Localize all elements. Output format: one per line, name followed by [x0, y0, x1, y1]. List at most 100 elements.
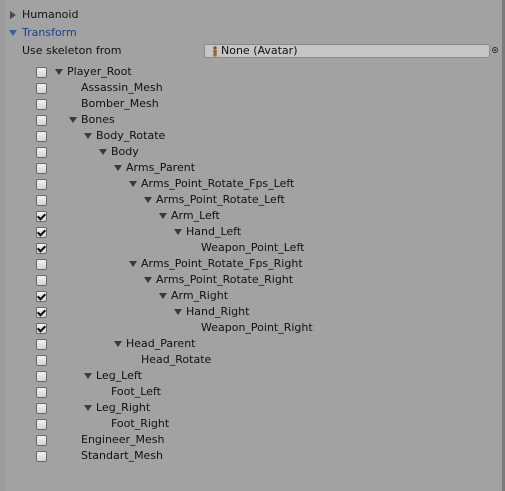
- foldout-arrow-icon[interactable]: [99, 149, 107, 155]
- foldout-arrow-icon[interactable]: [114, 165, 122, 171]
- include-checkbox[interactable]: [36, 227, 47, 238]
- foldout-arrow-icon[interactable]: [84, 373, 92, 379]
- include-checkbox[interactable]: [36, 435, 47, 446]
- foldout-arrow-icon[interactable]: [174, 229, 182, 235]
- tree-row-engineer-mesh: Engineer_Mesh: [0, 432, 505, 448]
- tree-row-arms-point-rotate-right: Arms_Point_Rotate_Right: [0, 272, 505, 288]
- foldout-arrow-icon[interactable]: [69, 117, 77, 123]
- tree-row-foot-right: Foot_Right: [0, 416, 505, 432]
- include-checkbox[interactable]: [36, 99, 47, 110]
- tree-node-label: Foot_Right: [111, 417, 170, 430]
- object-picker-icon[interactable]: [492, 47, 498, 53]
- tree-row-player-root: Player_Root: [0, 64, 505, 80]
- tree-row-head-parent: Head_Parent: [0, 336, 505, 352]
- foldout-arrow-icon[interactable]: [144, 197, 152, 203]
- section-humanoid-label: Humanoid: [22, 8, 79, 21]
- tree-node-label: Engineer_Mesh: [81, 433, 165, 446]
- tree-node-label: Leg_Right: [96, 401, 151, 414]
- tree-row-leg-right: Leg_Right: [0, 400, 505, 416]
- tree-node-label: Hand_Right: [186, 305, 250, 318]
- include-checkbox[interactable]: [36, 275, 47, 286]
- include-checkbox[interactable]: [36, 83, 47, 94]
- skeleton-field-row: Use skeleton from None (Avatar): [0, 43, 505, 59]
- tree-node-label: Arms_Point_Rotate_Fps_Right: [141, 257, 303, 270]
- tree-row-hand-right: Hand_Right: [0, 304, 505, 320]
- include-checkbox[interactable]: [36, 371, 47, 382]
- section-transform[interactable]: Transform: [0, 25, 505, 41]
- include-checkbox[interactable]: [36, 195, 47, 206]
- tree-row-arms-point-rotate-fps-left: Arms_Point_Rotate_Fps_Left: [0, 176, 505, 192]
- tree-row-arm-right: Arm_Right: [0, 288, 505, 304]
- tree-row-arms-parent: Arms_Parent: [0, 160, 505, 176]
- skeleton-object-field[interactable]: None (Avatar): [204, 44, 490, 58]
- section-humanoid[interactable]: Humanoid: [0, 7, 505, 23]
- tree-node-label: Bones: [81, 113, 115, 126]
- tree-row-head-rotate: Head_Rotate: [0, 352, 505, 368]
- include-checkbox[interactable]: [36, 355, 47, 366]
- include-checkbox[interactable]: [36, 67, 47, 78]
- foldout-arrow-icon[interactable]: [55, 69, 63, 75]
- tree-row-bomber-mesh: Bomber_Mesh: [0, 96, 505, 112]
- tree-row-arm-left: Arm_Left: [0, 208, 505, 224]
- tree-row-bones: Bones: [0, 112, 505, 128]
- collapse-arrow-icon[interactable]: [9, 30, 17, 36]
- skeleton-field-label: Use skeleton from: [22, 44, 122, 57]
- foldout-arrow-icon[interactable]: [129, 181, 137, 187]
- foldout-arrow-icon[interactable]: [174, 309, 182, 315]
- foldout-arrow-icon[interactable]: [114, 341, 122, 347]
- include-checkbox[interactable]: [36, 419, 47, 430]
- include-checkbox[interactable]: [36, 147, 47, 158]
- tree-row-weapon-point-left: Weapon_Point_Left: [0, 240, 505, 256]
- include-checkbox[interactable]: [36, 387, 47, 398]
- tree-node-label: Body_Rotate: [96, 129, 166, 142]
- include-checkbox[interactable]: [36, 451, 47, 462]
- include-checkbox[interactable]: [36, 179, 47, 190]
- tree-node-label: Arm_Left: [171, 209, 220, 222]
- include-checkbox[interactable]: [36, 403, 47, 414]
- tree-node-label: Hand_Left: [186, 225, 242, 238]
- tree-row-leg-left: Leg_Left: [0, 368, 505, 384]
- tree-row-body-rotate: Body_Rotate: [0, 128, 505, 144]
- foldout-arrow-icon[interactable]: [84, 405, 92, 411]
- include-checkbox[interactable]: [36, 291, 47, 302]
- section-transform-label: Transform: [22, 26, 77, 39]
- tree-row-hand-left: Hand_Left: [0, 224, 505, 240]
- tree-node-label: Foot_Left: [111, 385, 161, 398]
- include-checkbox[interactable]: [36, 211, 47, 222]
- tree-node-label: Body: [111, 145, 139, 158]
- tree-row-arms-point-rotate-left: Arms_Point_Rotate_Left: [0, 192, 505, 208]
- avatar-icon: [213, 46, 217, 57]
- include-checkbox[interactable]: [36, 115, 47, 126]
- tree-node-label: Arms_Point_Rotate_Fps_Left: [141, 177, 295, 190]
- tree-node-label: Arms_Parent: [126, 161, 196, 174]
- include-checkbox[interactable]: [36, 259, 47, 270]
- tree-node-label: Arms_Point_Rotate_Left: [156, 193, 285, 206]
- tree-node-label: Assassin_Mesh: [81, 81, 163, 94]
- tree-node-label: Arms_Point_Rotate_Right: [156, 273, 294, 286]
- include-checkbox[interactable]: [36, 323, 47, 334]
- expand-arrow-icon[interactable]: [10, 11, 16, 19]
- foldout-arrow-icon[interactable]: [159, 293, 167, 299]
- tree-node-label: Arm_Right: [171, 289, 229, 302]
- foldout-arrow-icon[interactable]: [84, 133, 92, 139]
- foldout-arrow-icon[interactable]: [129, 261, 137, 267]
- tree-node-label: Standart_Mesh: [81, 449, 164, 462]
- foldout-arrow-icon[interactable]: [159, 213, 167, 219]
- tree-row-assassin-mesh: Assassin_Mesh: [0, 80, 505, 96]
- tree-node-label: Head_Rotate: [141, 353, 212, 366]
- tree-row-body: Body: [0, 144, 505, 160]
- foldout-arrow-icon[interactable]: [144, 277, 152, 283]
- include-checkbox[interactable]: [36, 339, 47, 350]
- include-checkbox[interactable]: [36, 243, 47, 254]
- include-checkbox[interactable]: [36, 307, 47, 318]
- tree-node-label: Weapon_Point_Right: [201, 321, 313, 334]
- tree-node-label: Bomber_Mesh: [81, 97, 159, 110]
- tree-row-arms-point-rotate-fps-right: Arms_Point_Rotate_Fps_Right: [0, 256, 505, 272]
- include-checkbox[interactable]: [36, 131, 47, 142]
- tree-node-label: Player_Root: [67, 65, 132, 78]
- tree-row-standart-mesh: Standart_Mesh: [0, 448, 505, 464]
- tree-row-weapon-point-right: Weapon_Point_Right: [0, 320, 505, 336]
- include-checkbox[interactable]: [36, 163, 47, 174]
- tree-node-label: Weapon_Point_Left: [201, 241, 305, 254]
- tree-row-foot-left: Foot_Left: [0, 384, 505, 400]
